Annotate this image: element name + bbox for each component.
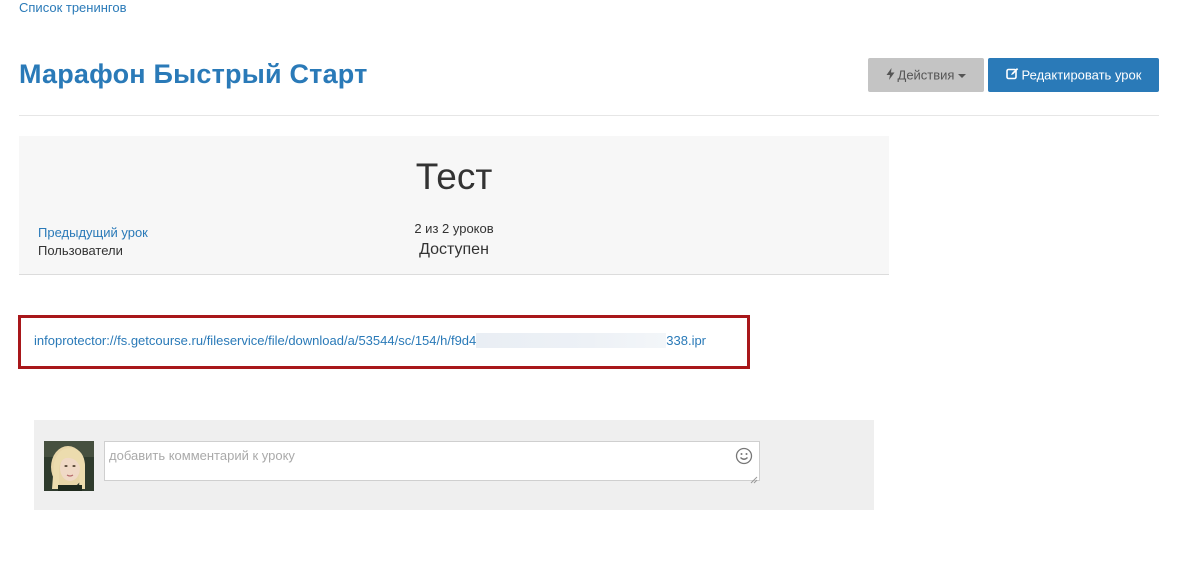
download-link-prefix: infoprotector://fs.getcourse.ru/fileserv…	[34, 333, 477, 348]
lesson-status: Доступен	[419, 241, 489, 258]
resize-handle-icon[interactable]	[750, 471, 758, 484]
download-link-suffix: 338.ipr	[666, 333, 707, 348]
actions-dropdown-button[interactable]: Действия	[868, 58, 984, 92]
actions-label: Действия	[897, 67, 955, 83]
lightning-icon	[886, 59, 895, 93]
comment-placeholder: добавить комментарий к уроку	[109, 448, 295, 463]
redacted-segment	[476, 333, 667, 348]
page-title: Марафон Быстрый Старт	[19, 59, 368, 89]
edit-lesson-button[interactable]: Редактировать урок	[988, 58, 1159, 92]
lesson-page: Список тренингов Марафон Быстрый Старт Д…	[0, 0, 1177, 571]
lesson-counter: 2 из 2 уроков	[414, 221, 494, 236]
previous-lesson-link[interactable]: Предыдущий урок	[38, 225, 148, 240]
lesson-title: Тест	[415, 156, 493, 197]
download-link-highlight: infoprotector://fs.getcourse.ru/fileserv…	[18, 315, 750, 369]
chevron-down-icon	[958, 73, 967, 78]
comment-panel: добавить комментарий к уроку	[34, 420, 874, 510]
header-divider	[19, 115, 1159, 116]
edit-icon	[1005, 59, 1019, 93]
smiley-icon[interactable]	[735, 447, 753, 465]
users-label: Пользователи	[38, 243, 123, 258]
breadcrumb-trainings-list[interactable]: Список тренингов	[19, 0, 127, 16]
file-download-link[interactable]: infoprotector://fs.getcourse.ru/fileserv…	[34, 333, 706, 348]
lesson-info-panel: Тест Предыдущий урок Пользователи 2 из 2…	[19, 136, 889, 275]
comment-input[interactable]: добавить комментарий к уроку	[104, 441, 760, 484]
avatar	[44, 441, 94, 491]
edit-lesson-label: Редактировать урок	[1021, 67, 1142, 83]
